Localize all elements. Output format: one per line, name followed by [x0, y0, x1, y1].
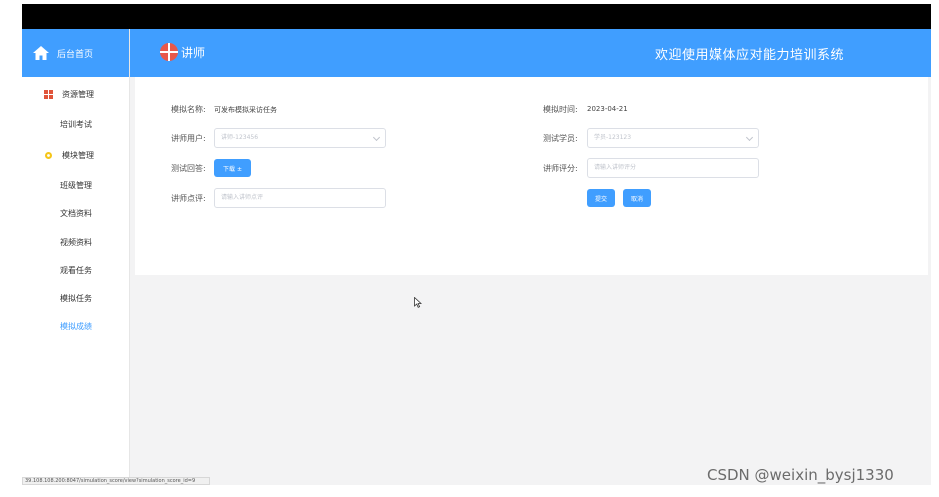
sidebar-item-label: 模拟任务: [60, 294, 92, 303]
sidebar-item-simulation-tasks[interactable]: 模拟任务: [60, 293, 92, 304]
sidebar-item-watch-tasks[interactable]: 观看任务: [60, 265, 92, 276]
teacher-user-value: 讲师-123456: [221, 134, 259, 141]
teacher-user-select[interactable]: 讲师-123456: [214, 128, 386, 148]
sidebar-item-label: 培训考试: [60, 120, 92, 129]
test-student-value: 学员-123123: [594, 134, 632, 141]
sidebar-home[interactable]: 后台首页: [22, 29, 129, 77]
mouse-cursor-icon: [414, 297, 422, 308]
sidebar-item-documents[interactable]: 文档资料: [60, 208, 92, 219]
test-student-label: 测试学员:: [543, 134, 578, 143]
chevron-down-icon: [372, 133, 381, 142]
chevron-down-icon: [745, 133, 754, 142]
sidebar-item-label: 视频资料: [60, 238, 92, 247]
teacher-score-input[interactable]: 请输入讲师评分: [587, 158, 759, 178]
submit-button[interactable]: 提交: [587, 189, 615, 207]
sidebar-group-modules[interactable]: 模块管理: [44, 150, 94, 161]
watermark-text: CSDN @weixin_bysj1330: [707, 466, 894, 484]
sidebar-home-label: 后台首页: [57, 49, 94, 60]
sidebar-item-videos[interactable]: 视频资料: [60, 237, 92, 248]
window-top-bar: [22, 4, 931, 29]
home-icon: [33, 46, 49, 60]
teacher-comment-input[interactable]: 请输入讲师点评: [214, 188, 386, 208]
sidebar-item-training-exam[interactable]: 培训考试: [60, 119, 92, 130]
teacher-score-placeholder: 请输入讲师评分: [594, 164, 637, 171]
sidebar-item-label: 观看任务: [60, 266, 92, 275]
sidebar-group-resources[interactable]: 资源管理: [44, 89, 94, 100]
sidebar-item-label: 班级管理: [60, 181, 92, 190]
simulation-name-value: 可发布模拟采访任务: [214, 106, 277, 114]
status-bar-url: 39.108.108.200:8047/simulation_score/vie…: [22, 477, 210, 485]
logo-icon: [160, 43, 178, 61]
simulation-time-value: 2023-04-21: [587, 105, 628, 113]
sidebar: 后台首页 资源管理 培训考试 模块管理 班级管理 文档资料 视频资料 观看任务 …: [22, 29, 130, 485]
sidebar-item-simulation-scores[interactable]: 模拟成绩: [60, 321, 92, 332]
app-shell: 后台首页 资源管理 培训考试 模块管理 班级管理 文档资料 视频资料 观看任务 …: [22, 29, 931, 485]
sidebar-group-label: 模块管理: [62, 151, 94, 160]
brand-title: 讲师: [181, 46, 206, 60]
form-panel: 模拟名称: 可发布模拟采访任务 模拟时间: 2023-04-21 讲师用户: 讲…: [135, 77, 928, 275]
test-answer-label: 测试回答:: [171, 164, 206, 173]
gear-icon: [45, 152, 52, 159]
teacher-comment-label: 讲师点评:: [171, 194, 206, 203]
sidebar-item-label: 模拟成绩: [60, 322, 92, 331]
sidebar-item-label: 文档资料: [60, 209, 92, 218]
download-button[interactable]: 下载 ±: [214, 159, 251, 177]
teacher-score-label: 讲师评分:: [543, 164, 578, 173]
cancel-button[interactable]: 取消: [623, 189, 651, 207]
top-header: 讲师 欢迎使用媒体应对能力培训系统: [130, 29, 931, 77]
simulation-name-label: 模拟名称:: [171, 105, 206, 114]
test-student-select[interactable]: 学员-123123: [587, 128, 759, 148]
welcome-text: 欢迎使用媒体应对能力培训系统: [655, 48, 845, 63]
sidebar-group-label: 资源管理: [62, 90, 94, 99]
teacher-user-label: 讲师用户:: [171, 134, 206, 143]
grid-icon: [44, 90, 53, 99]
browser-frame: 后台首页 资源管理 培训考试 模块管理 班级管理 文档资料 视频资料 观看任务 …: [0, 0, 939, 497]
teacher-comment-placeholder: 请输入讲师点评: [221, 194, 264, 201]
simulation-time-label: 模拟时间:: [543, 105, 578, 114]
sidebar-item-class[interactable]: 班级管理: [60, 180, 92, 191]
